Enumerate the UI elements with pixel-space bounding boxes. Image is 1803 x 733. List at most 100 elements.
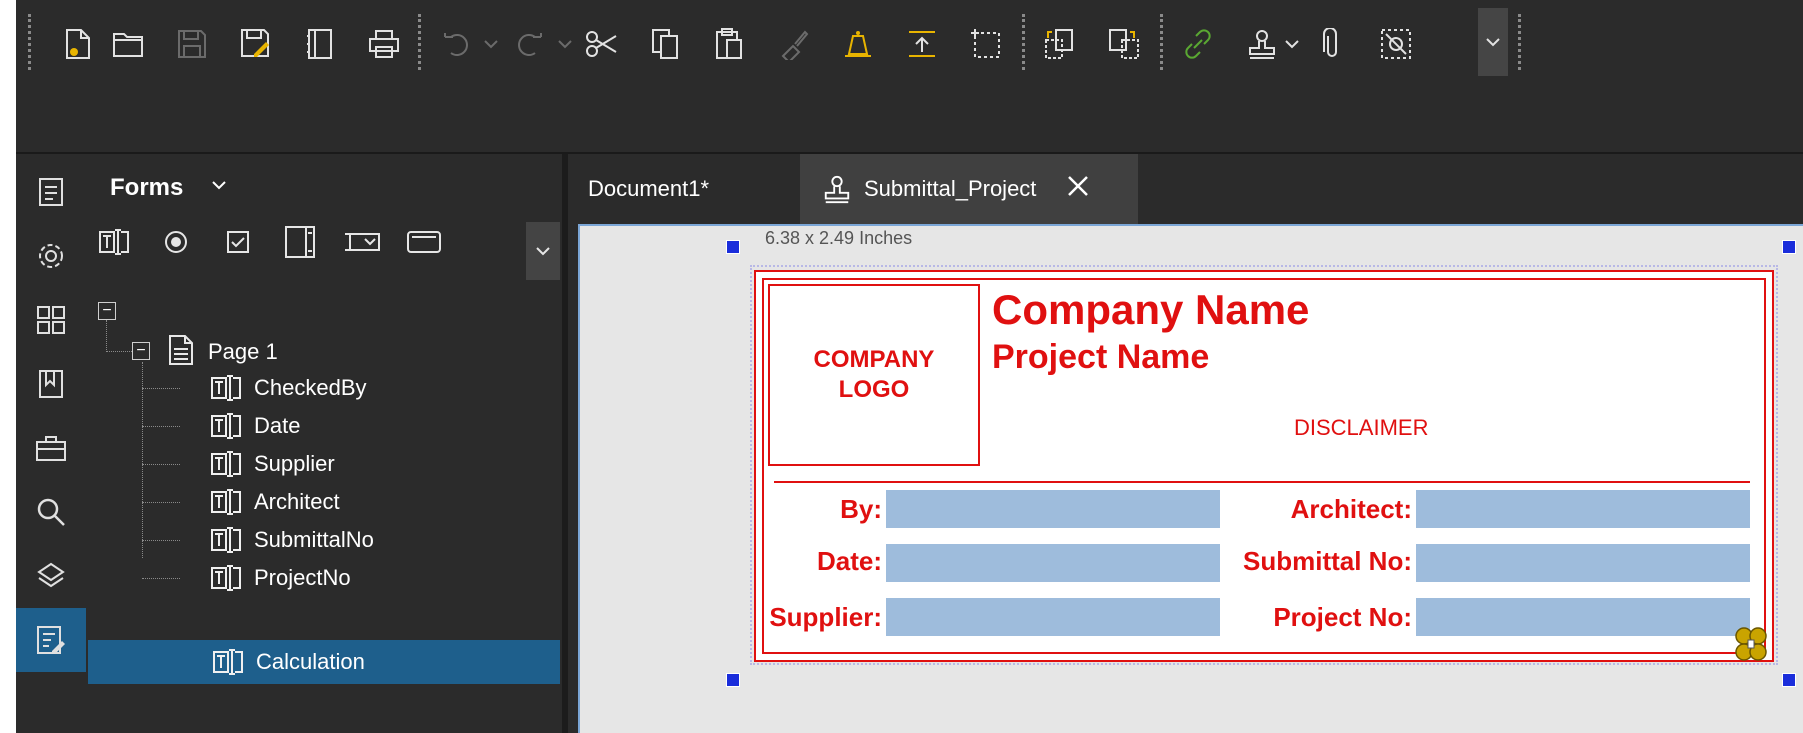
forms-icon[interactable] (16, 608, 86, 672)
document-tab-bar: Document1* Submittal_Project (568, 154, 1803, 224)
main-toolbar (16, 0, 1803, 83)
notes-icon[interactable] (300, 12, 340, 76)
checkbox-tool-icon[interactable] (216, 220, 260, 264)
hide-markup-icon[interactable] (1376, 12, 1416, 76)
tree-field-label: SubmittalNo (254, 527, 374, 552)
form-tools-more-chevron-icon[interactable] (526, 222, 560, 280)
undo-icon[interactable] (436, 12, 476, 76)
resize-handle-top-right[interactable] (1782, 240, 1796, 254)
list-box-tool-icon[interactable] (278, 220, 322, 264)
text-field-icon (210, 374, 242, 407)
layers-icon[interactable] (16, 544, 86, 608)
move-handle-icon[interactable] (1734, 626, 1768, 662)
submittal-no-label: Submittal No: (1243, 546, 1412, 576)
settings-gear-icon[interactable] (16, 224, 86, 288)
stamp-icon[interactable] (1242, 12, 1282, 76)
logo-line-1: COMPANY (813, 346, 935, 373)
text-field-icon (210, 488, 242, 521)
save-as-icon[interactable] (236, 12, 276, 76)
copy-icon[interactable] (646, 12, 686, 76)
search-icon[interactable] (16, 480, 86, 544)
toolbar-grip[interactable] (28, 14, 31, 70)
alert-bell-icon[interactable] (838, 12, 878, 76)
link-icon[interactable] (1176, 12, 1220, 76)
tree-page-label[interactable]: Page 1 (208, 339, 278, 365)
text-field-icon (212, 648, 244, 681)
close-tab-icon[interactable] (1066, 174, 1090, 204)
markups-list-icon[interactable] (16, 160, 86, 224)
thumbnails-icon[interactable] (16, 288, 86, 352)
stamp-dropdown-chevron-icon[interactable] (1282, 12, 1302, 76)
tree-collapse-page-icon[interactable]: − (132, 342, 150, 360)
bookmarks-icon[interactable] (16, 352, 86, 416)
tree-field-label: Calculation (256, 649, 365, 674)
button-tool-icon[interactable] (402, 220, 446, 264)
tree-collapse-root-icon[interactable]: − (98, 302, 116, 320)
extract-pages-icon[interactable] (1040, 12, 1080, 76)
stamp-divider (774, 481, 1750, 483)
project-no-label: Project No: (1273, 602, 1412, 632)
dimensions-label: 6.38 x 2.49 Inches (765, 228, 913, 248)
tree-field-calculation[interactable]: Calculation (88, 640, 560, 684)
text-field-icon (210, 412, 242, 445)
supplier-label: Supplier: (769, 602, 882, 632)
secondary-toolbar (16, 82, 1803, 154)
tree-field-label: Date (254, 413, 301, 438)
supplier-field[interactable] (886, 598, 1220, 636)
new-document-icon[interactable] (60, 12, 96, 76)
redo-icon[interactable] (510, 12, 550, 76)
tree-connector (106, 320, 107, 352)
text-field-icon (210, 450, 242, 483)
resize-handle-top-left[interactable] (726, 240, 740, 254)
tab-document1[interactable]: Document1* (568, 154, 800, 224)
tree-field-label: Architect (254, 489, 340, 514)
text-field-tool-icon[interactable] (92, 220, 136, 264)
save-icon[interactable] (172, 12, 212, 76)
tree-connector (106, 351, 132, 352)
forms-panel-title[interactable]: Forms (110, 174, 183, 202)
logo-line-2: LOGO (838, 376, 910, 403)
toolbar-overflow-chevron-icon[interactable] (1478, 8, 1508, 76)
redo-dropdown-chevron-icon[interactable] (554, 12, 576, 76)
tab-label: Submittal_Project (864, 176, 1037, 201)
by-label: By: (840, 494, 882, 524)
radio-button-tool-icon[interactable] (154, 220, 198, 264)
date-label: Date: (816, 546, 882, 576)
by-field[interactable] (886, 490, 1220, 528)
stamp-icon (822, 173, 852, 205)
left-edge-strip (0, 0, 16, 733)
architect-field[interactable] (1416, 490, 1750, 528)
text-field-icon (210, 564, 242, 597)
tab-submittal-project[interactable]: Submittal_Project (800, 154, 1138, 224)
tab-label: Document1* (588, 176, 710, 201)
tree-field-label: ProjectNo (254, 565, 351, 590)
insert-pages-icon[interactable] (1104, 12, 1144, 76)
import-icon[interactable] (902, 12, 942, 76)
company-name-text: Company Name (992, 286, 1310, 333)
tree-field-projectno[interactable]: ProjectNo (86, 556, 562, 600)
application-window: Forms − − Page 1 CheckedBy Date Supplier… (0, 0, 1803, 733)
panel-splitter[interactable] (562, 154, 568, 733)
dropdown-tool-icon[interactable] (340, 220, 384, 264)
attachment-icon[interactable] (1312, 12, 1352, 76)
paste-icon[interactable] (710, 12, 750, 76)
disclaimer-text: DISCLAIMER (1294, 415, 1429, 440)
print-icon[interactable] (364, 12, 404, 76)
resize-handle-bottom-left[interactable] (726, 673, 740, 687)
resize-handle-bottom-right[interactable] (1782, 673, 1796, 687)
tree-field-label: Supplier (254, 451, 335, 476)
project-no-field[interactable] (1416, 598, 1750, 636)
forms-panel: Forms − − Page 1 CheckedBy Date Supplier… (86, 154, 562, 733)
format-painter-icon[interactable] (774, 12, 814, 76)
crop-icon[interactable] (966, 12, 1006, 76)
forms-panel-chevron-down-icon[interactable] (210, 176, 228, 199)
open-folder-icon[interactable] (108, 12, 148, 76)
undo-dropdown-chevron-icon[interactable] (480, 12, 502, 76)
project-name-text: Project Name (992, 338, 1210, 376)
cut-icon[interactable] (582, 12, 622, 76)
submittal-no-field[interactable] (1416, 544, 1750, 582)
architect-label: Architect: (1290, 494, 1412, 524)
date-field[interactable] (886, 544, 1220, 582)
tree-field-label: CheckedBy (254, 375, 367, 400)
tool-chest-icon[interactable] (16, 416, 86, 480)
